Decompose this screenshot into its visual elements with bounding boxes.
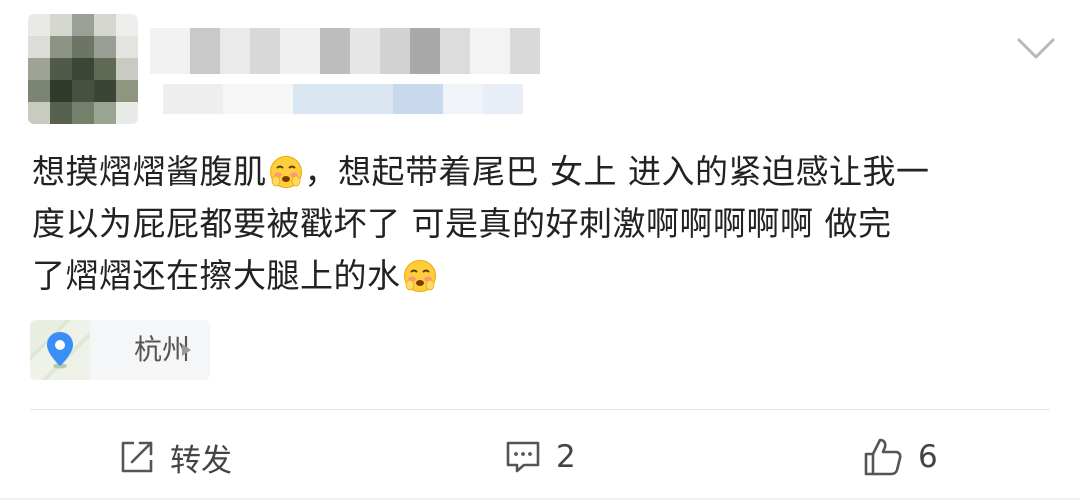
like-count: 6: [918, 439, 938, 475]
thumbs-up-icon: [864, 438, 902, 476]
chevron-down-icon[interactable]: [1016, 36, 1056, 62]
post-text: 想摸熠熠酱腹肌 ，想起带着尾巴 女上 进入的紧迫感让我一 度以为屁屁都要被戳坏了…: [32, 146, 1052, 302]
avatar[interactable]: [28, 14, 138, 124]
repost-button[interactable]: 转发: [118, 432, 232, 482]
shy-face-emoji-icon: [403, 260, 436, 292]
repost-label: 转发: [170, 442, 232, 479]
location-pin-icon: [47, 332, 73, 369]
username-blurred[interactable]: [150, 28, 540, 74]
post-text-line-1: 想摸熠熠酱腹肌 ，想起带着尾巴 女上 进入的紧迫感让我一: [32, 152, 930, 191]
location-chip[interactable]: 杭州: [30, 320, 210, 380]
weibo-post-card: 想摸熠熠酱腹肌 ，想起带着尾巴 女上 进入的紧迫感让我一 度以为屁屁都要被戳坏了…: [0, 0, 1080, 500]
like-button[interactable]: 6: [862, 432, 938, 482]
post-text-line-3: 了熠熠还在擦大腿上的水: [32, 250, 1052, 302]
comment-icon: [506, 441, 540, 473]
post-text-line-2: 度以为屁屁都要被戳坏了 可是真的好刺激啊啊啊啊啊 做完: [32, 204, 892, 243]
comment-count: 2: [556, 439, 576, 475]
divider: [30, 409, 1050, 410]
comment-button[interactable]: 2: [504, 432, 576, 482]
caret-right-icon: [182, 344, 191, 356]
share-icon: [121, 441, 153, 473]
post-meta-blurred: [163, 84, 523, 114]
shy-face-emoji-icon: [269, 156, 302, 188]
